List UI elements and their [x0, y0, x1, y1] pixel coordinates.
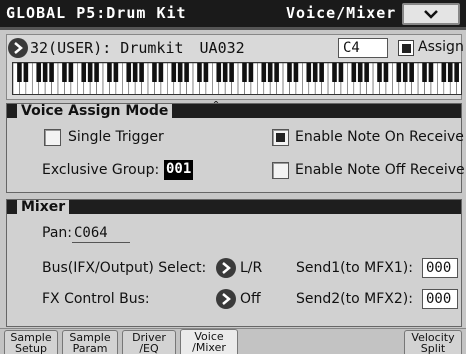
- tab-voice-mixer[interactable]: Voice /Mixer: [180, 329, 238, 354]
- section-title: Mixer: [17, 200, 70, 214]
- single-trigger-label: Single Trigger: [68, 129, 164, 145]
- send2-label: Send2(to MFX2):: [296, 291, 413, 307]
- assign-label: Assign: [418, 39, 464, 55]
- exclusive-group-value[interactable]: 001: [164, 160, 194, 180]
- chevron-down-icon: [424, 9, 438, 19]
- program-select-button[interactable]: [8, 38, 28, 58]
- exclusive-group-label: Exclusive Group:: [42, 162, 160, 178]
- program-name[interactable]: 32(USER): Drumkit UA032: [30, 39, 245, 57]
- arrow-right-icon: [222, 262, 231, 274]
- enable-note-off-label: Enable Note Off Receive: [295, 162, 465, 178]
- piano-keyboard-icon: [13, 63, 461, 94]
- fx-control-bus-value[interactable]: Off: [240, 291, 261, 307]
- pan-value[interactable]: C064: [72, 224, 130, 243]
- tab-velocity-split[interactable]: Velocity Split: [404, 330, 462, 354]
- tab-sample-setup[interactable]: Sample Setup: [4, 330, 58, 354]
- tab-label-line2: Setup: [14, 342, 48, 354]
- tab-driver-eq[interactable]: Driver /EQ: [122, 330, 176, 354]
- page-subtitle: Voice/Mixer: [286, 4, 397, 22]
- tab-label-line2: Param: [72, 342, 108, 354]
- arrow-right-icon: [14, 42, 23, 54]
- send2-value[interactable]: 000: [422, 289, 458, 309]
- bus-select-label: Bus(IFX/Output) Select:: [42, 260, 207, 276]
- send1-value[interactable]: 000: [422, 258, 458, 278]
- pan-label: Pan:: [42, 225, 72, 241]
- voice-assign-section: Voice Assign Mode: [6, 103, 462, 193]
- program-code: UA032: [199, 39, 245, 57]
- page-menu-button[interactable]: [402, 3, 460, 25]
- enable-note-on-label: Enable Note On Receive: [295, 129, 464, 145]
- section-header: Voice Assign Mode: [7, 104, 461, 118]
- enable-note-off-checkbox[interactable]: [272, 162, 289, 179]
- fx-control-bus-label: FX Control Bus:: [42, 291, 150, 307]
- single-trigger-checkbox[interactable]: [44, 129, 61, 146]
- section-header: Mixer: [7, 200, 461, 214]
- tab-label-line2: Split: [420, 342, 446, 354]
- tab-label-line2: /EQ: [139, 342, 159, 354]
- arrow-right-icon: [222, 293, 231, 305]
- section-title: Voice Assign Mode: [17, 104, 173, 118]
- checked-mark-icon: [401, 43, 411, 53]
- tab-label-line2: /Mixer: [192, 341, 226, 354]
- key-field[interactable]: C4: [338, 38, 388, 58]
- keyboard-display[interactable]: [12, 62, 462, 95]
- enable-note-on-checkbox[interactable]: [272, 129, 289, 146]
- checked-mark-icon: [276, 133, 285, 142]
- send1-label: Send1(to MFX1):: [296, 260, 413, 276]
- fx-control-bus-button[interactable]: [216, 289, 236, 309]
- page-title: GLOBAL P5:Drum Kit: [6, 4, 187, 22]
- tab-sample-param[interactable]: Sample Param: [62, 330, 118, 354]
- bus-select-button[interactable]: [216, 258, 236, 278]
- assign-checkbox[interactable]: [398, 40, 414, 56]
- bus-select-value[interactable]: L/R: [240, 260, 262, 276]
- program-name-text: 32(USER): Drumkit: [30, 39, 184, 57]
